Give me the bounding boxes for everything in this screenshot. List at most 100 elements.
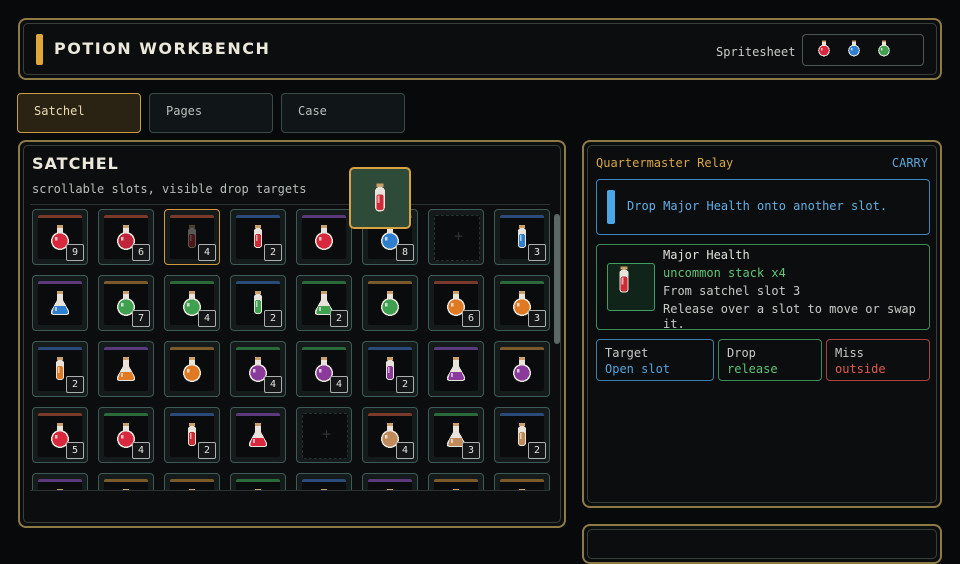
inventory-slot[interactable]: 7 (98, 275, 154, 331)
inventory-slot[interactable]: 4 (230, 341, 286, 397)
slot-trim (302, 281, 346, 284)
stack-count-badge: 4 (198, 310, 216, 327)
plus-icon: + (454, 227, 464, 245)
inventory-slot[interactable]: 6 (98, 209, 154, 265)
grid-scrollbar[interactable] (554, 214, 560, 344)
red-vial-potion-icon (363, 181, 397, 219)
stat-target-label: Target (605, 346, 649, 360)
potion-icon (46, 289, 74, 321)
slot-trim (302, 479, 346, 482)
inventory-slot[interactable]: 3 (494, 209, 550, 265)
inventory-slot[interactable] (296, 473, 352, 491)
inventory-slot[interactable]: 2 (362, 341, 418, 397)
stack-count-badge: 6 (132, 244, 150, 261)
inventory-slot[interactable]: 2 (494, 407, 550, 463)
red-vial-potion-icon (608, 266, 640, 300)
inventory-slot[interactable] (230, 407, 286, 463)
inventory-slot[interactable]: 2 (296, 275, 352, 331)
tab-pages[interactable]: Pages (149, 93, 273, 133)
inventory-slot[interactable]: 4 (296, 341, 352, 397)
inventory-slot[interactable]: 5 (32, 407, 88, 463)
stack-count-badge: 3 (528, 244, 546, 261)
empty-inventory-slot[interactable]: + (428, 209, 484, 265)
inventory-slot[interactable]: 4 (98, 407, 154, 463)
inventory-slot[interactable] (494, 341, 550, 397)
inventory-slot[interactable]: 2 (164, 407, 220, 463)
slot-trim (500, 281, 544, 284)
slot-well (368, 281, 412, 325)
inventory-slot[interactable]: 4 (362, 407, 418, 463)
title-accent-bar (36, 34, 43, 65)
slot-trim (104, 413, 148, 416)
message-accent-bar (607, 190, 615, 224)
slot-trim (368, 347, 412, 350)
empty-inventory-slot[interactable]: + (296, 407, 352, 463)
inventory-slot[interactable] (494, 473, 550, 491)
inventory-slot[interactable]: 2 (32, 341, 88, 397)
slot-trim (170, 479, 214, 482)
blue-potion-icon (845, 39, 863, 61)
slot-trim (368, 281, 412, 284)
stack-count-badge: 4 (264, 376, 282, 393)
inventory-slot[interactable] (362, 275, 418, 331)
inventory-slot[interactable] (428, 341, 484, 397)
inventory-slot[interactable] (164, 473, 220, 491)
inventory-slot[interactable] (230, 473, 286, 491)
item-hint: Release over a slot to move or swap it. (663, 302, 916, 331)
potion-icon (310, 223, 338, 255)
slot-trim (302, 215, 346, 218)
lower-panel-edge (582, 524, 942, 564)
potion-icon (442, 355, 470, 387)
inventory-slot[interactable]: 2 (230, 209, 286, 265)
inventory-slot[interactable]: 3 (428, 407, 484, 463)
stack-count-badge: 2 (198, 442, 216, 459)
slot-well (38, 281, 82, 325)
slot-trim (500, 479, 544, 482)
stat-miss-value: outside (835, 362, 886, 376)
inventory-slot[interactable] (32, 473, 88, 491)
inventory-slot[interactable]: 6 (428, 275, 484, 331)
inventory-slot[interactable]: 9 (32, 209, 88, 265)
green-potion-icon (875, 39, 893, 61)
header-panel: POTION WORKBENCH Spritesheet (18, 18, 942, 80)
stack-count-badge: 3 (462, 442, 480, 459)
tab-satchel[interactable]: Satchel (17, 93, 141, 133)
stack-count-badge: 7 (132, 310, 150, 327)
satchel-panel: SATCHEL scrollable slots, visible drop t… (18, 140, 566, 528)
inventory-slot[interactable] (362, 473, 418, 491)
inventory-slot[interactable] (98, 473, 154, 491)
slot-trim (500, 413, 544, 416)
inventory-slot[interactable] (98, 341, 154, 397)
inventory-slot[interactable] (32, 275, 88, 331)
stat-miss: Miss outside (826, 339, 930, 381)
slot-trim (236, 215, 280, 218)
stat-miss-label: Miss (835, 346, 864, 360)
slot-well (104, 347, 148, 391)
potion-icon (112, 355, 140, 387)
relay-message-text: Drop Major Health onto another slot. (627, 199, 888, 213)
potion-icon (508, 355, 536, 387)
inventory-slot[interactable]: 4 (164, 209, 220, 265)
inventory-slot[interactable] (296, 209, 352, 265)
quartermaster-relay-panel: Quartermaster Relay CARRY Drop Major Hea… (582, 140, 942, 508)
stack-count-badge: 2 (264, 310, 282, 327)
item-icon-frame (607, 263, 655, 311)
slot-trim (170, 347, 214, 350)
slot-trim (38, 479, 82, 482)
spritesheet-preview[interactable] (802, 34, 924, 66)
inventory-slot[interactable]: 3 (494, 275, 550, 331)
stack-count-badge: 4 (396, 442, 414, 459)
slot-trim (236, 347, 280, 350)
stack-count-badge: 2 (264, 244, 282, 261)
dragged-item-ghost[interactable] (349, 167, 411, 229)
slot-trim (38, 215, 82, 218)
inventory-slot[interactable]: 2 (230, 275, 286, 331)
inventory-slot[interactable]: 4 (164, 275, 220, 331)
stack-count-badge: 3 (528, 310, 546, 327)
spritesheet-label: Spritesheet (716, 45, 796, 59)
tab-case[interactable]: Case (281, 93, 405, 133)
slot-trim (38, 413, 82, 416)
inventory-slot[interactable] (428, 473, 484, 491)
slot-trim (236, 413, 280, 416)
inventory-slot[interactable] (164, 341, 220, 397)
